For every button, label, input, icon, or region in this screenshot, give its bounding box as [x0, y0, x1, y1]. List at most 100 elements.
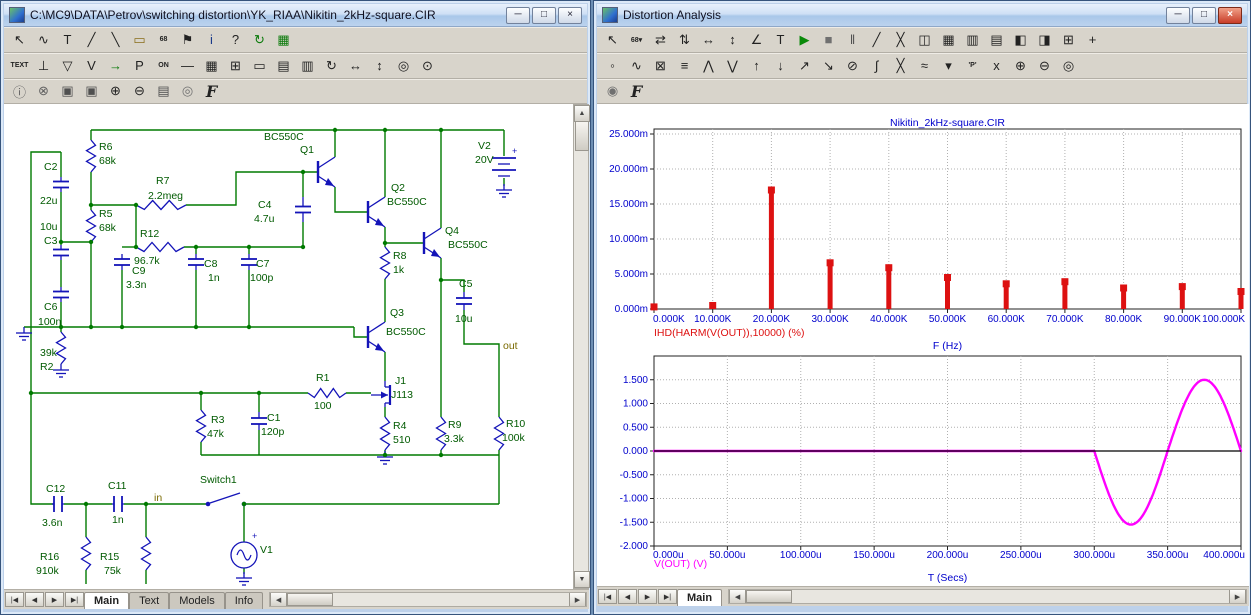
sheet-toggle[interactable]: ▥ [296, 55, 319, 77]
component-R12[interactable] [136, 243, 184, 252]
horizontal-scrollbar[interactable]: ◀▶ [728, 589, 1247, 604]
polygon-tool[interactable]: ╳ [889, 29, 912, 51]
minimize-button[interactable]: ─ [506, 7, 530, 24]
text-tool[interactable]: T [56, 29, 79, 51]
pin-connection-toggle[interactable]: — [176, 55, 199, 77]
rows-view[interactable]: ▥ [961, 29, 984, 51]
line-tool[interactable]: ╲ [104, 29, 127, 51]
plot-panel[interactable]: Nikitin_2kHz-square.CIR25.000m20.000m15.… [597, 104, 1249, 586]
point-tag[interactable]: ◦ [601, 55, 624, 77]
wire[interactable] [186, 172, 318, 205]
info-tool[interactable]: i [200, 29, 223, 51]
zero-button[interactable]: ⊘ [841, 55, 864, 77]
component-C9[interactable] [114, 254, 130, 270]
component-R4[interactable] [381, 417, 390, 450]
minimize-button[interactable]: ─ [1166, 7, 1190, 24]
close-circle-button[interactable]: ⊗ [32, 80, 55, 102]
component-C7[interactable] [241, 254, 257, 270]
fall-button[interactable]: ↘ [817, 55, 840, 77]
component-gnd[interactable] [496, 184, 512, 197]
tab-models[interactable]: Models [169, 592, 224, 609]
low-button[interactable]: ↓ [769, 55, 792, 77]
component-gnd[interactable] [16, 327, 32, 340]
tab-info[interactable]: Info [225, 592, 263, 609]
zoom-out-button[interactable]: ⊖ [1033, 55, 1056, 77]
waveform-picker[interactable]: 68▾ [625, 29, 648, 51]
box-tool[interactable]: ⊠ [649, 55, 672, 77]
slope-tool[interactable]: ∠ [745, 29, 768, 51]
attribute-text-toggle[interactable]: TEXT [8, 55, 31, 77]
vscroll-thumb[interactable] [575, 121, 589, 151]
data-grid[interactable]: ⊞ [1057, 29, 1080, 51]
run-button[interactable]: ▶ [793, 29, 816, 51]
next-page-button[interactable]: ▶ [45, 592, 64, 607]
tracker-mode[interactable]: ⇅ [673, 29, 696, 51]
component-C12[interactable] [52, 496, 64, 512]
scroll-left-button[interactable]: ◀ [270, 593, 287, 606]
component-J1[interactable] [371, 381, 390, 407]
font-button[interactable]: F [200, 80, 223, 102]
power-toggle[interactable]: P [128, 55, 151, 77]
flip-vertical-button[interactable]: ↕ [368, 55, 391, 77]
status-circle[interactable]: ◉ [601, 80, 624, 102]
browse-button[interactable]: ◎ [176, 80, 199, 102]
component-tool[interactable]: ∿ [32, 29, 55, 51]
prev-page-button[interactable]: ◀ [618, 589, 637, 604]
component-gnd[interactable] [236, 572, 252, 585]
component-R3[interactable] [197, 410, 206, 442]
xy-button[interactable]: ╳ [889, 55, 912, 77]
border-toggle[interactable]: ▭ [248, 55, 271, 77]
repeat-button[interactable]: ⊙ [416, 55, 439, 77]
component-R15[interactable] [142, 537, 151, 570]
properties-button[interactable]: 'P' [961, 55, 984, 77]
rise-button[interactable]: ↗ [793, 55, 816, 77]
component-Switch1[interactable] [206, 493, 247, 506]
select-tool[interactable]: ↖ [601, 29, 624, 51]
voltage-toggle[interactable]: V [80, 55, 103, 77]
wire[interactable] [354, 327, 368, 337]
scroll-right-button[interactable]: ▶ [569, 593, 586, 606]
hscroll-thumb[interactable] [746, 590, 792, 603]
scroll-up-button[interactable]: ▲ [574, 105, 590, 122]
restore-button[interactable]: □ [1192, 7, 1216, 24]
component-R2[interactable] [57, 332, 66, 364]
component-Q1[interactable] [318, 157, 335, 187]
zoom-out-button[interactable]: ⊖ [128, 80, 151, 102]
find-button[interactable]: ◎ [392, 55, 415, 77]
horizontal-scrollbar[interactable]: ◀▶ [269, 592, 587, 607]
flag-tool[interactable]: ⚑ [176, 29, 199, 51]
scale-tool[interactable]: 68 [152, 29, 175, 51]
pause-button[interactable]: ‖ [841, 29, 864, 51]
zoom-in-button[interactable]: ⊕ [104, 80, 127, 102]
rotate-button[interactable]: ↻ [320, 55, 343, 77]
ruler-tool[interactable]: ≡ [673, 55, 696, 77]
close-button[interactable]: × [558, 7, 582, 24]
component-C2[interactable] [53, 177, 69, 192]
scroll-down-button[interactable]: ▼ [574, 571, 590, 588]
pin-toggle[interactable]: ⊥ [32, 55, 55, 77]
stop-button[interactable]: ■ [817, 29, 840, 51]
refresh-tool[interactable]: ↻ [248, 29, 271, 51]
wire[interactable] [464, 310, 499, 417]
component-C4[interactable] [295, 197, 311, 222]
help-button[interactable]: ⓘ [8, 80, 31, 102]
component-gnd[interactable] [53, 364, 69, 377]
goto-x-button[interactable]: x [985, 55, 1008, 77]
last-page-button[interactable]: ▶| [65, 592, 84, 607]
component-R6[interactable] [87, 140, 96, 172]
font-button[interactable]: F [625, 80, 648, 102]
component-C6[interactable] [53, 287, 69, 302]
restore-button[interactable]: □ [532, 7, 556, 24]
component-Q2[interactable] [368, 197, 385, 227]
first-page-button[interactable]: |◀ [598, 589, 617, 604]
tab-main[interactable]: Main [84, 592, 129, 609]
columns-view[interactable]: ▤ [985, 29, 1008, 51]
pane-right[interactable]: ◨ [1033, 29, 1056, 51]
flip-horizontal-button[interactable]: ↔ [344, 55, 367, 77]
magnify-button[interactable]: ◎ [1057, 55, 1080, 77]
tab-text[interactable]: Text [129, 592, 169, 609]
wire-tool[interactable]: ╱ [80, 29, 103, 51]
schematic-canvas[interactable]: ++R668kC222uR568k10uC3R72.2megR1296.7kC9… [4, 104, 573, 589]
component-Q4[interactable] [424, 228, 441, 258]
prev-page-button[interactable]: ◀ [25, 592, 44, 607]
